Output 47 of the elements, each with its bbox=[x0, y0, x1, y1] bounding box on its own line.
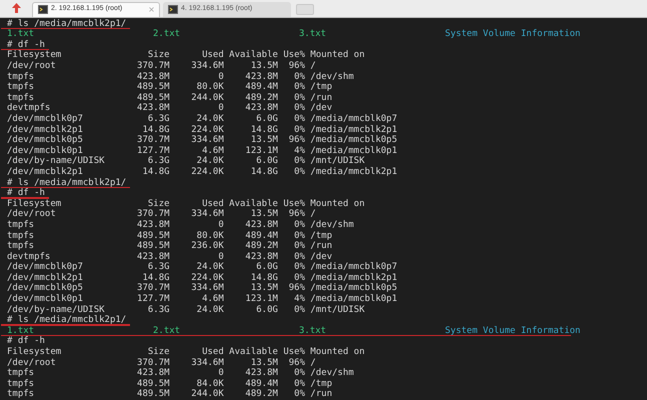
up-arrow-icon[interactable] bbox=[12, 2, 21, 13]
df-output-line: Filesystem Size Used Available Use% Mounted on bbox=[7, 50, 365, 60]
df-output-line: /dev/mmcblk0p1 127.7M 4.6M 123.1M 4% /media/mmcblk0p1 bbox=[7, 294, 398, 304]
command-line: # ls /media/mmcblk2p1/ bbox=[7, 18, 126, 29]
df-output-line: tmpfs 423.8M 0 423.8M 0% /dev/shm bbox=[7, 220, 354, 230]
command-line: # df -h bbox=[7, 40, 45, 50]
df-output-line: /dev/mmcblk0p5 370.7M 334.6M 13.5M 96% /media/mmcblk0p5 bbox=[7, 283, 398, 294]
df-output-line: Filesystem Size Used Available Use% Mounted on bbox=[7, 198, 365, 209]
df-output-line: /dev/by-name/UDISK 6.3G 24.0K 6.0G 0% /mnt/UDISK bbox=[7, 304, 365, 315]
df-output-line: /dev/mmcblk2p1 14.8G 224.0K 14.8G 0% /media/mmcblk2p1 bbox=[7, 166, 398, 177]
command-line: # ls /media/mmcblk2p1/ bbox=[7, 315, 126, 326]
df-output-line: Filesystem Size Used Available Use% Mounted on bbox=[7, 347, 365, 358]
df-output-line: /dev/by-name/UDISK 6.3G 24.0K 6.0G 0% /mnt/UDISK bbox=[7, 156, 365, 166]
df-output-line: /dev/root 370.7M 334.6M 13.5M 96% / bbox=[7, 209, 316, 220]
df-output-line: tmpfs 489.5M 80.0K 489.4M 0% /tmp bbox=[7, 82, 332, 92]
df-output-line: tmpfs 423.8M 0 423.8M 0% /dev/shm bbox=[7, 72, 354, 82]
df-output-line: tmpfs 489.5M 80.0K 489.4M 0% /tmp bbox=[7, 230, 332, 240]
df-output-line: /dev/mmcblk0p7 6.3G 24.0K 6.0G 0% /media/mmcblk0p7 bbox=[7, 262, 398, 272]
command-line: # df -h bbox=[7, 336, 45, 346]
close-icon[interactable] bbox=[149, 7, 154, 12]
df-output-line: /dev/mmcblk0p1 127.7M 4.6M 123.1M 4% /media/mmcblk0p1 bbox=[7, 146, 398, 156]
df-output-line: /dev/root 370.7M 334.6M 13.5M 96% / bbox=[7, 61, 316, 71]
df-output-line: tmpfs 489.5M 236.0K 489.2M 0% /run bbox=[7, 241, 332, 252]
df-output-line: tmpfs 489.5M 84.0K 489.4M 0% /tmp bbox=[7, 378, 332, 389]
df-output-line: /dev/mmcblk2p1 14.8G 224.0K 14.8G 0% /media/mmcblk2p1 bbox=[7, 272, 398, 283]
new-tab-button[interactable] bbox=[296, 4, 314, 15]
file-name: 3.txt bbox=[299, 326, 328, 336]
df-output-line: /dev/mmcblk2p1 14.8G 224.0K 14.8G 0% /media/mmcblk2p1 bbox=[7, 124, 398, 135]
file-name: 1.txt bbox=[7, 326, 36, 336]
terminal-icon bbox=[38, 5, 48, 14]
df-output-line: /dev/mmcblk0p7 6.3G 24.0K 6.0G 0% /media/mmcblk0p7 bbox=[7, 114, 398, 124]
terminal-icon bbox=[168, 4, 178, 14]
df-output-line: devtmpfs 423.8M 0 423.8M 0% /dev bbox=[7, 252, 332, 262]
file-name: System Volume Information bbox=[445, 326, 580, 336]
file-name: 2.txt bbox=[153, 326, 182, 336]
command-line: # df -h bbox=[7, 188, 45, 198]
df-output-line: tmpfs 489.5M 244.0K 489.2M 0% /run bbox=[7, 389, 332, 400]
df-output-line: /dev/root 370.7M 334.6M 13.5M 96% / bbox=[7, 358, 316, 368]
file-name: 3.txt bbox=[299, 29, 328, 40]
file-name: 1.txt bbox=[7, 29, 36, 40]
file-name: 2.txt bbox=[153, 29, 182, 40]
df-output-line: tmpfs 423.8M 0 423.8M 0% /dev/shm bbox=[7, 368, 354, 378]
file-name: System Volume Information bbox=[445, 29, 580, 40]
df-output-line: tmpfs 489.5M 244.0K 489.2M 0% /run bbox=[7, 92, 332, 103]
command-line: # ls /media/mmcblk2p1/ bbox=[7, 178, 126, 188]
df-output-line: /dev/mmcblk0p5 370.7M 334.6M 13.5M 96% /media/mmcblk0p5 bbox=[7, 135, 398, 146]
df-output-line: devtmpfs 423.8M 0 423.8M 0% /dev bbox=[7, 103, 332, 114]
